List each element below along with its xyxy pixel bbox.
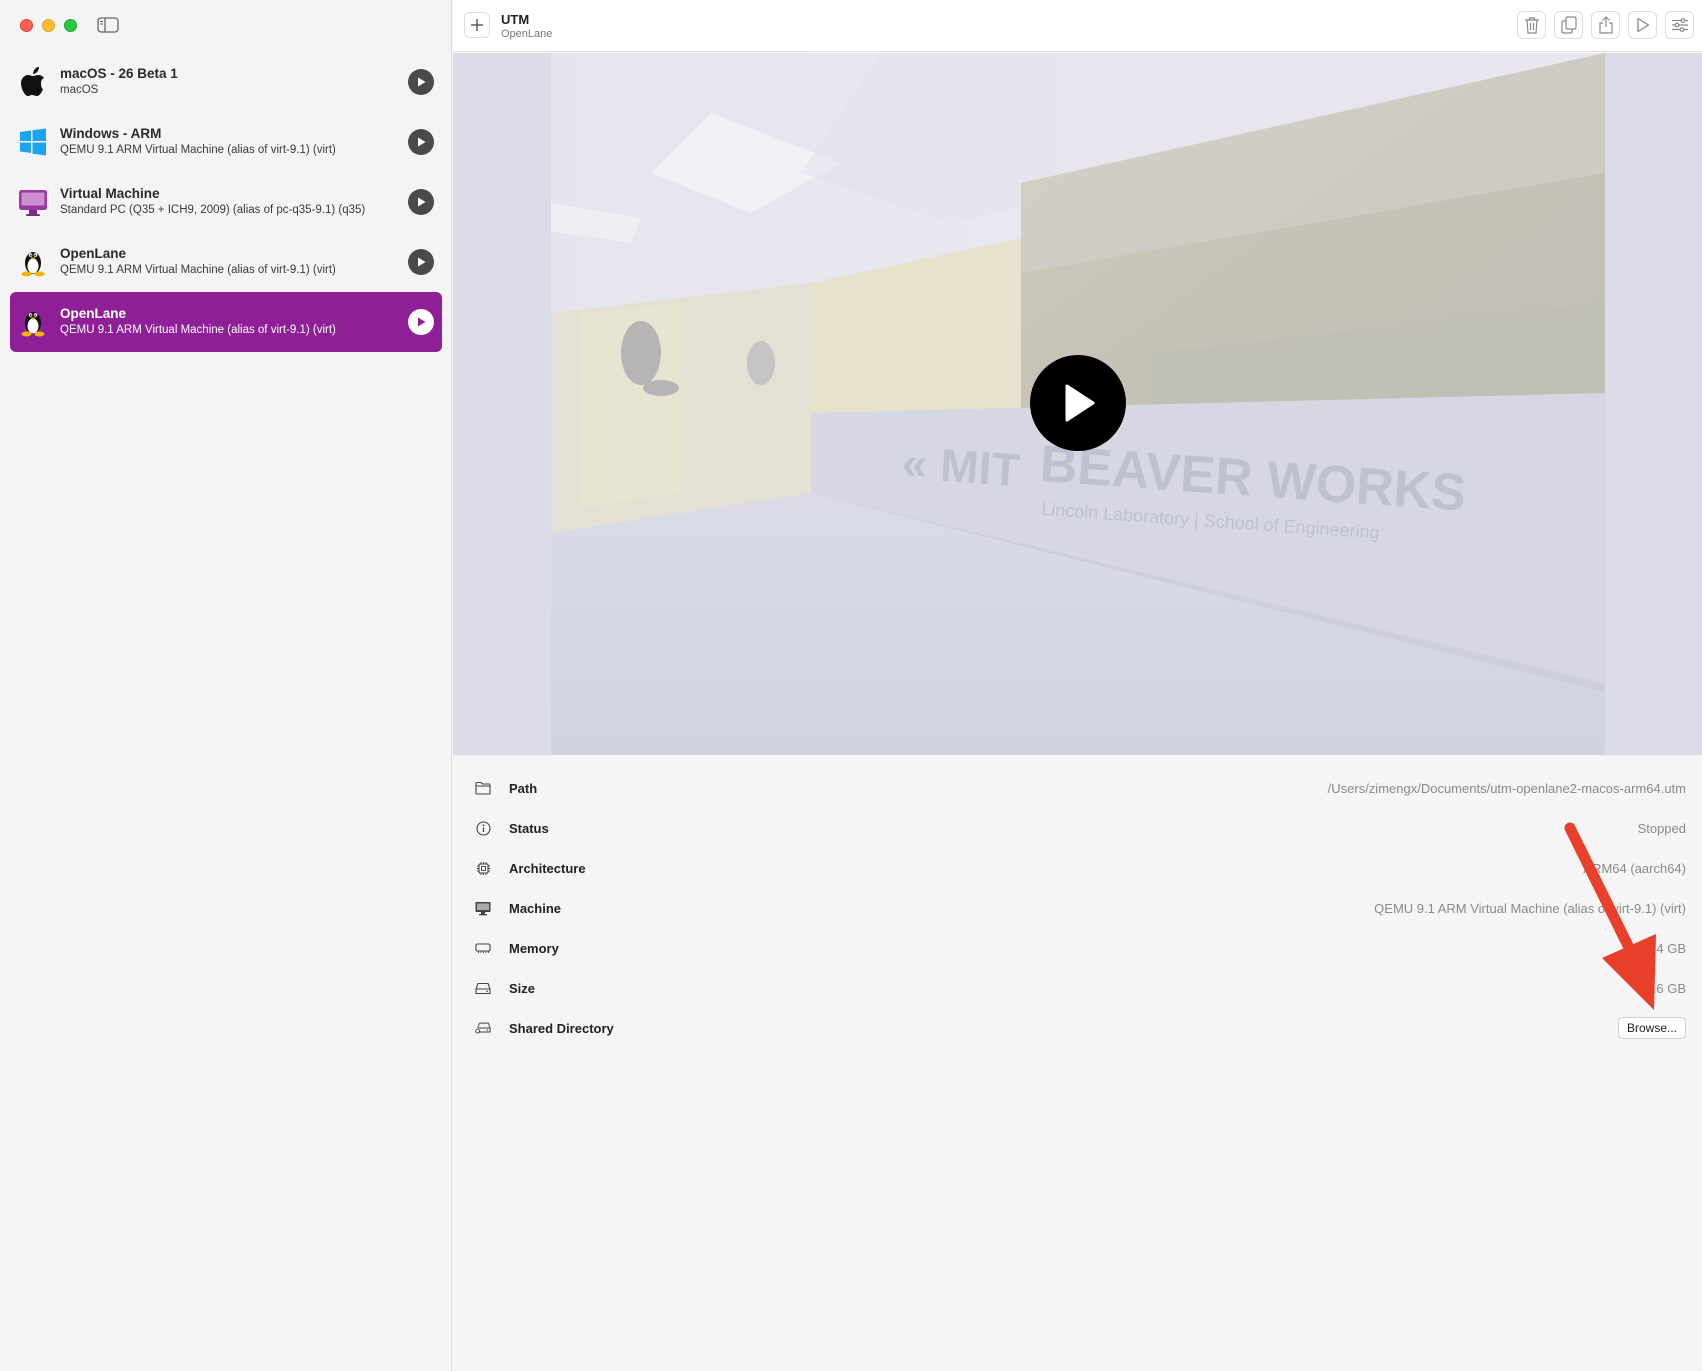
vm-play-button[interactable]: [408, 309, 434, 335]
info-label: Size: [509, 980, 536, 996]
add-vm-button[interactable]: [464, 12, 490, 38]
vm-name: OpenLane: [60, 246, 127, 262]
vm-subtitle: Standard PC (Q35 + ICH9, 2009) (alias of…: [60, 204, 366, 217]
vm-details: Path /Users/zimengx/Documents/utm-openla…: [453, 768, 1702, 1048]
sliders-icon: [1671, 18, 1688, 32]
delete-button[interactable]: [1517, 11, 1546, 39]
vm-play-button[interactable]: [408, 69, 434, 95]
vm-list: macOS - 26 Beta 1 macOS Windows - ARM QE…: [10, 52, 442, 352]
minimize-window-button[interactable]: [42, 19, 55, 32]
vm-name: macOS - 26 Beta 1: [60, 66, 178, 82]
linux-icon: [18, 247, 48, 277]
run-button[interactable]: [1628, 11, 1657, 39]
share-button[interactable]: [1591, 11, 1620, 39]
start-vm-button[interactable]: [1030, 355, 1126, 451]
settings-button[interactable]: [1665, 11, 1694, 39]
info-label: Machine: [509, 900, 562, 916]
vm-name: Windows - ARM: [60, 126, 162, 142]
info-label: Status: [509, 820, 549, 836]
annotation-arrow-icon: [1564, 822, 1656, 1010]
vm-item-virtual-machine[interactable]: Virtual Machine Standard PC (Q35 + ICH9,…: [10, 172, 442, 232]
memory-chip-icon: [475, 940, 491, 956]
vm-subtitle: macOS: [60, 84, 99, 97]
info-label: Memory: [509, 940, 559, 956]
window-controls: [20, 19, 77, 32]
windows-icon: [18, 127, 48, 157]
vm-play-button[interactable]: [408, 249, 434, 275]
vm-subtitle: QEMU 9.1 ARM Virtual Machine (alias of v…: [60, 324, 336, 337]
info-row-size: Size 18.6 GB: [453, 968, 1702, 1008]
close-window-button[interactable]: [20, 19, 33, 32]
clone-button[interactable]: [1554, 11, 1583, 39]
zoom-window-button[interactable]: [64, 19, 77, 32]
info-label: Shared Directory: [509, 1020, 614, 1036]
copy-icon: [1560, 16, 1577, 34]
info-row-path: Path /Users/zimengx/Documents/utm-openla…: [453, 768, 1702, 808]
info-row-status: Status Stopped: [453, 808, 1702, 848]
info-label: Architecture: [509, 860, 586, 876]
cpu-icon: [475, 860, 491, 876]
sidebar: macOS - 26 Beta 1 macOS Windows - ARM QE…: [0, 0, 452, 1371]
info-circle-icon: [475, 820, 491, 836]
play-icon: [1065, 384, 1095, 422]
info-label: Path: [509, 780, 538, 796]
info-value: /Users/zimengx/Documents/utm-openlane2-m…: [1327, 780, 1686, 796]
info-row-memory: Memory 4 GB: [453, 928, 1702, 968]
toolbar: UTM OpenLane: [453, 0, 1702, 52]
vm-item-windows-arm[interactable]: Windows - ARM QEMU 9.1 ARM Virtual Machi…: [10, 112, 442, 172]
browse-button[interactable]: Browse...: [1617, 1017, 1686, 1039]
monitor-icon: [18, 187, 48, 217]
share-icon: [1598, 16, 1613, 34]
window-title: UTM: [501, 12, 530, 27]
vm-item-openlane-selected[interactable]: OpenLane QEMU 9.1 ARM Virtual Machine (a…: [10, 292, 442, 352]
vm-item-macos[interactable]: macOS - 26 Beta 1 macOS: [10, 52, 442, 112]
vm-name: Virtual Machine: [60, 186, 160, 202]
info-row-shared-directory: Shared Directory Browse...: [453, 1008, 1702, 1048]
vm-preview[interactable]: « MIT BEAVER WORKS Lincoln Laboratory | …: [453, 53, 1702, 755]
vm-play-button[interactable]: [408, 129, 434, 155]
vm-name: OpenLane: [60, 306, 127, 322]
info-row-architecture: Architecture ARM64 (aarch64): [453, 848, 1702, 888]
trash-icon: [1524, 17, 1539, 34]
plus-icon: [471, 19, 483, 31]
vm-item-openlane[interactable]: OpenLane QEMU 9.1 ARM Virtual Machine (a…: [10, 232, 442, 292]
linux-icon: [18, 307, 48, 337]
folder-icon: [475, 780, 491, 796]
vm-subtitle: QEMU 9.1 ARM Virtual Machine (alias of v…: [60, 264, 336, 277]
info-row-machine: Machine QEMU 9.1 ARM Virtual Machine (al…: [453, 888, 1702, 928]
drive-icon: [475, 980, 491, 996]
vm-subtitle: QEMU 9.1 ARM Virtual Machine (alias of v…: [60, 144, 336, 157]
network-drive-icon: [475, 1020, 491, 1036]
sidebar-toggle-icon[interactable]: [94, 14, 122, 36]
vm-play-button[interactable]: [408, 189, 434, 215]
window-subtitle: OpenLane: [501, 28, 553, 40]
apple-icon: [18, 67, 48, 97]
play-icon: [1636, 17, 1649, 33]
desktop-icon: [475, 900, 491, 916]
